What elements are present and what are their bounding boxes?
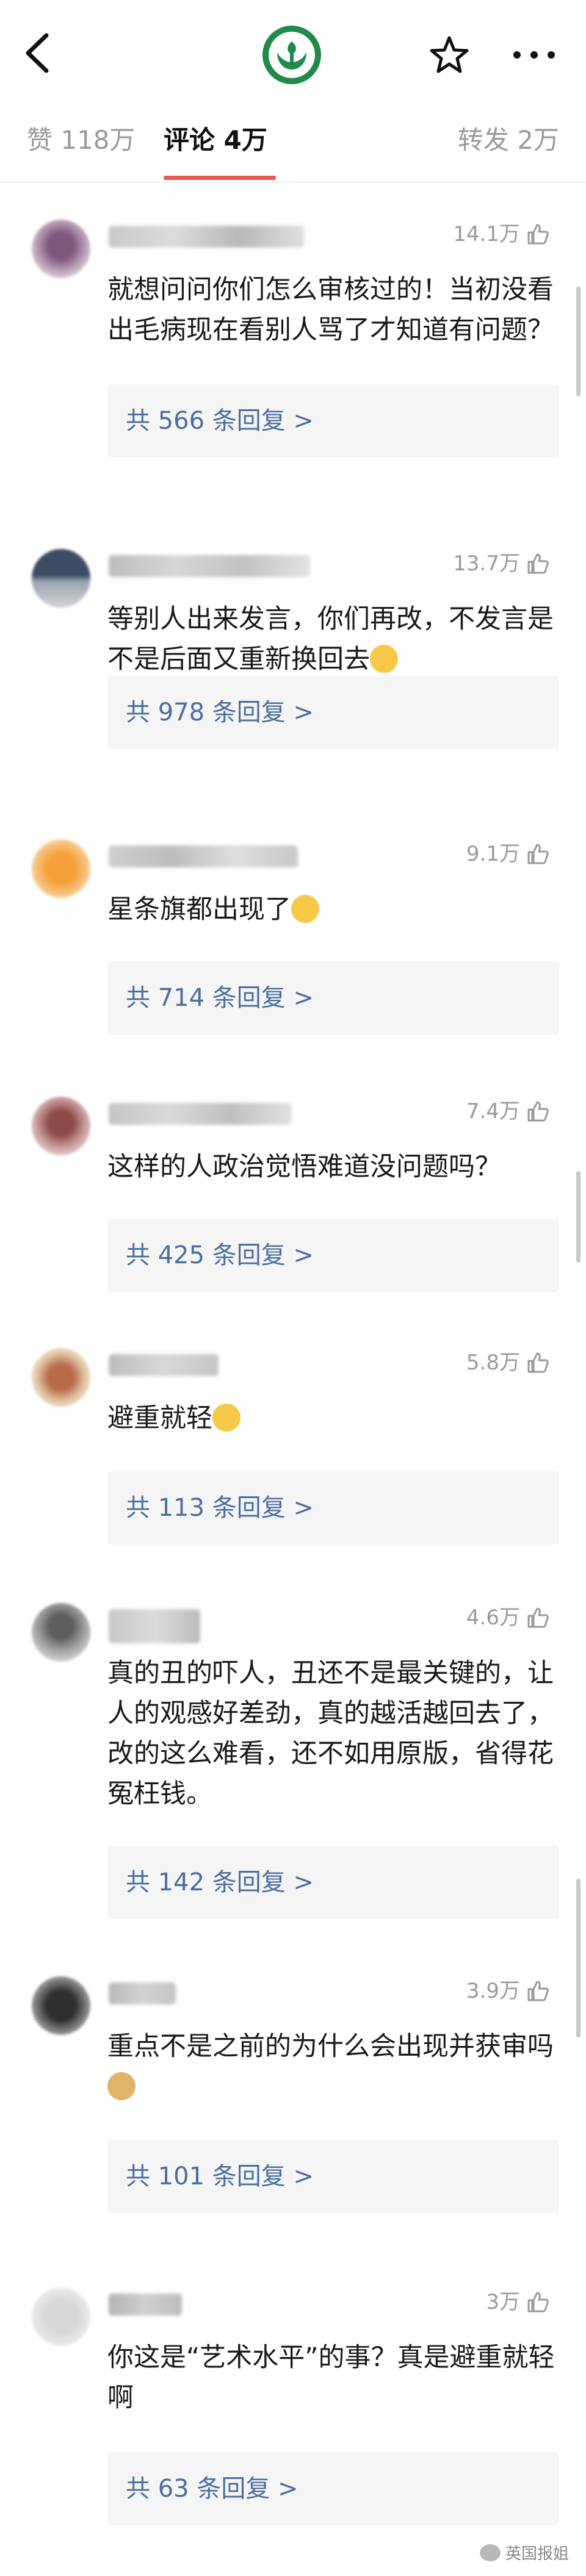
thumb-up-icon [527,1352,549,1373]
username-blurred[interactable] [109,555,310,577]
tab-bar: 赞 118万 评论 4万 转发 2万 [0,104,586,183]
tab-comments[interactable]: 评论 4万 [164,122,267,159]
shrug-emoji-icon [212,1404,241,1432]
comment-text: 你这是“艺术水平”的事？真是避重就轻啊 [107,2342,555,2413]
scrollbar[interactable] [576,1171,581,1263]
username-blurred[interactable] [109,1354,219,1376]
comment-text: 真的丑的吓人，丑还不是最关键的，让人的观感好差劲，真的越活越回去了，改的这么难看… [107,1658,554,1809]
like-count[interactable]: 3万 [486,2289,549,2316]
watermark: 英国报姐 [479,2541,569,2564]
avatar[interactable] [32,839,90,898]
like-count[interactable]: 5.8万 [466,1349,549,1376]
like-count-label: 7.4万 [466,1099,520,1124]
avatar[interactable] [32,2287,90,2346]
reply-box[interactable]: 共 566 条回复 > [107,384,559,457]
chevron-left-icon [26,33,49,73]
back-button[interactable] [23,32,51,74]
like-count[interactable]: 7.4万 [466,1098,549,1125]
comment-text-content: 避重就轻 [107,1403,212,1433]
like-count-label: 13.7万 [453,551,520,576]
comment-text: 就想问问你们怎么审核过的！当初没看出毛病现在看别人骂了才知道有问题？ [107,274,554,345]
avatar[interactable] [32,220,90,278]
reply-box[interactable]: 共 714 条回复 > [107,961,559,1035]
reply-box[interactable]: 共 101 条回复 > [107,2140,559,2213]
like-count[interactable]: 13.7万 [453,550,549,577]
like-count-label: 3万 [486,2290,520,2314]
scrollbar[interactable] [576,287,581,396]
wechat-icon [479,2544,501,2561]
reply-box[interactable]: 共 63 条回复 > [107,2452,559,2525]
username-blurred[interactable] [109,2294,182,2316]
like-count-label: 9.1万 [466,842,520,866]
comment-text-content: 重点不是之前的为什么会出现并获审吗 [107,2031,554,2062]
like-count-label: 3.9万 [466,1979,520,2003]
reply-count-link[interactable]: 共 714 条回复 > [126,961,314,1035]
comment-text-content: 等别人出来发言，你们再改，不发言是不是后面又重新换回去 [107,604,554,675]
more-dots-icon [513,51,555,59]
thumb-up-icon [527,1981,549,2001]
comment-text: 避重就轻 [107,1398,559,1438]
tab-reposts[interactable]: 转发 2万 [458,122,559,159]
star-outline-icon [430,36,469,73]
like-count-label: 4.6万 [466,1606,520,1630]
like-count[interactable]: 3.9万 [466,1978,549,2004]
avatar[interactable] [32,1097,90,1155]
like-count-label: 5.8万 [466,1351,520,1375]
comment-text-content: 星条旗都出现了 [107,894,291,925]
like-count[interactable]: 14.1万 [453,221,549,248]
reply-count-link[interactable]: 共 425 条回复 > [126,1219,314,1292]
thumb-up-icon [527,1607,549,1628]
favorite-button[interactable] [429,34,470,76]
scrollbar[interactable] [576,1879,581,2037]
comment-text: 等别人出来发言，你们再改，不发言是不是后面又重新换回去 [107,599,559,680]
thumb-up-icon [527,2292,549,2312]
like-count[interactable]: 4.6万 [466,1604,549,1631]
comment-text: 重点不是之前的为什么会出现并获审吗 [107,2026,559,2107]
reply-count-link[interactable]: 共 101 条回复 > [126,2140,314,2213]
reply-count-link[interactable]: 共 142 条回复 > [126,1846,314,1919]
like-count[interactable]: 9.1万 [466,841,549,867]
avatar[interactable] [32,1348,90,1407]
avatar[interactable] [32,549,90,608]
account-logo[interactable] [262,26,321,84]
reply-box[interactable]: 共 142 条回复 > [107,1846,559,1919]
reply-count-link[interactable]: 共 978 条回复 > [126,676,314,749]
thumb-up-icon [527,224,549,245]
watermark-text: 英国报姐 [505,2545,569,2563]
username-blurred[interactable] [109,845,298,867]
crying-emoji-icon [291,895,319,923]
username-blurred[interactable] [109,1609,200,1643]
comment-text: 这样的人政治觉悟难道没问题吗？ [107,1152,501,1182]
comment-text: 星条旗都出现了 [107,889,559,930]
reply-count-link[interactable]: 共 113 条回复 > [126,1471,314,1545]
reply-count-link[interactable]: 共 566 条回复 > [126,384,314,457]
avatar[interactable] [32,1976,90,2035]
smirk-emoji-icon [370,645,398,673]
thumb-up-icon [527,553,549,574]
reply-box[interactable]: 共 978 条回复 > [107,676,559,749]
thumb-up-icon [527,1101,549,1122]
tab-likes[interactable]: 赞 118万 [27,122,136,159]
green-leaf-hands-logo-icon [269,32,315,78]
thumb-up-icon [527,844,549,864]
top-bar [0,0,586,104]
doge-emoji-icon [107,2072,136,2100]
reply-box[interactable]: 共 425 条回复 > [107,1219,559,1292]
more-button[interactable] [510,37,559,73]
username-blurred[interactable] [109,226,304,248]
avatar[interactable] [32,1603,90,1662]
like-count-label: 14.1万 [453,222,520,246]
username-blurred[interactable] [109,1103,292,1125]
reply-count-link[interactable]: 共 63 条回复 > [126,2452,298,2525]
reply-box[interactable]: 共 113 条回复 > [107,1471,559,1545]
username-blurred[interactable] [109,1982,176,2004]
divider [0,182,586,183]
active-tab-indicator [164,176,276,180]
